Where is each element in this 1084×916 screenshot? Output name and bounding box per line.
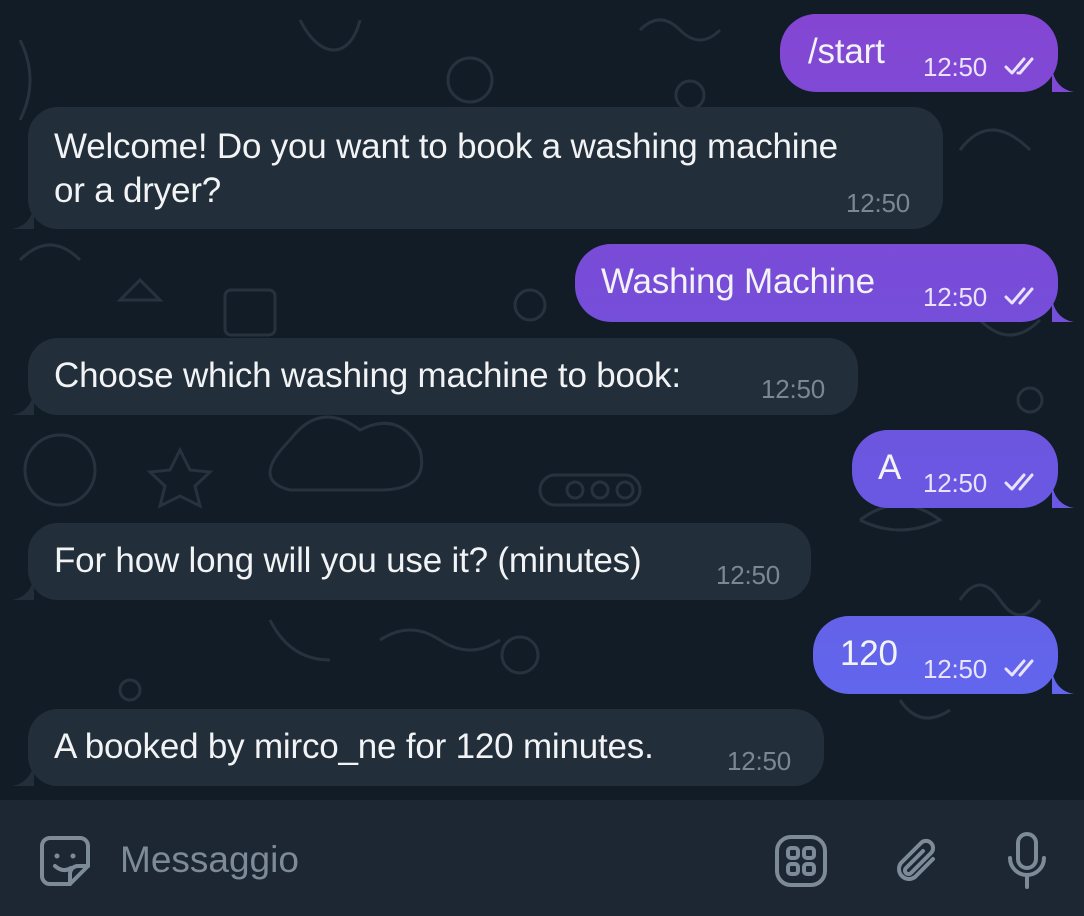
message-text: A <box>878 448 902 487</box>
message-text: Washing Machine <box>601 262 875 301</box>
message-text-line-2: or a dryer? <box>54 171 222 210</box>
message-text: 120 <box>840 634 898 673</box>
message-time: 12:50 <box>846 188 911 218</box>
double-check-read-icon <box>1004 287 1034 305</box>
message-time: 12:50 <box>923 468 988 498</box>
message-time: 12:50 <box>923 654 988 684</box>
message-text: A booked by mirco_ne for 120 minutes. <box>54 727 654 766</box>
incoming-message[interactable]: A booked by mirco_ne for 120 minutes. 12… <box>28 709 824 786</box>
bubble-tail <box>1052 68 1074 92</box>
bubble-tail <box>1052 670 1074 694</box>
message-text-line-1: Welcome! Do you want to book a washing m… <box>54 127 838 166</box>
message-text: /start <box>808 32 885 71</box>
bubble-tail <box>12 576 34 600</box>
message-text: Choose which washing machine to book: <box>54 356 681 395</box>
microphone-icon[interactable] <box>996 828 1058 894</box>
message-input[interactable]: Messaggio <box>120 838 299 882</box>
incoming-message[interactable]: Choose which washing machine to book: 12… <box>28 338 858 415</box>
bot-commands-icon[interactable] <box>770 830 832 892</box>
bubble-tail <box>12 205 34 229</box>
message-time: 12:50 <box>923 52 988 82</box>
message-composer: Messaggio <box>0 800 1084 916</box>
message-text: For how long will you use it? (minutes) <box>54 541 642 580</box>
message-time: 12:50 <box>761 374 826 404</box>
double-check-read-icon <box>1004 659 1034 677</box>
outgoing-message[interactable]: A 12:50 <box>852 430 1058 508</box>
bubble-tail <box>12 762 34 786</box>
bubble-tail <box>1052 484 1074 508</box>
sticker-emoji-icon[interactable] <box>34 830 96 892</box>
message-time: 12:50 <box>923 282 988 312</box>
outgoing-message[interactable]: Washing Machine 12:50 <box>575 244 1058 322</box>
chat-area[interactable]: /start 12:50 Welcome! Do you want to boo… <box>0 0 1084 800</box>
bubble-tail <box>12 391 34 415</box>
double-check-read-icon <box>1004 57 1034 75</box>
double-check-read-icon <box>1004 473 1034 491</box>
attach-icon[interactable] <box>886 830 948 892</box>
incoming-message[interactable]: For how long will you use it? (minutes) … <box>28 523 811 600</box>
bubble-tail <box>1052 298 1074 322</box>
message-time: 12:50 <box>716 560 781 590</box>
incoming-message[interactable]: Welcome! Do you want to book a washing m… <box>28 107 943 229</box>
outgoing-message[interactable]: /start 12:50 <box>780 14 1058 92</box>
message-time: 12:50 <box>727 746 792 776</box>
outgoing-message[interactable]: 120 12:50 <box>813 616 1058 694</box>
